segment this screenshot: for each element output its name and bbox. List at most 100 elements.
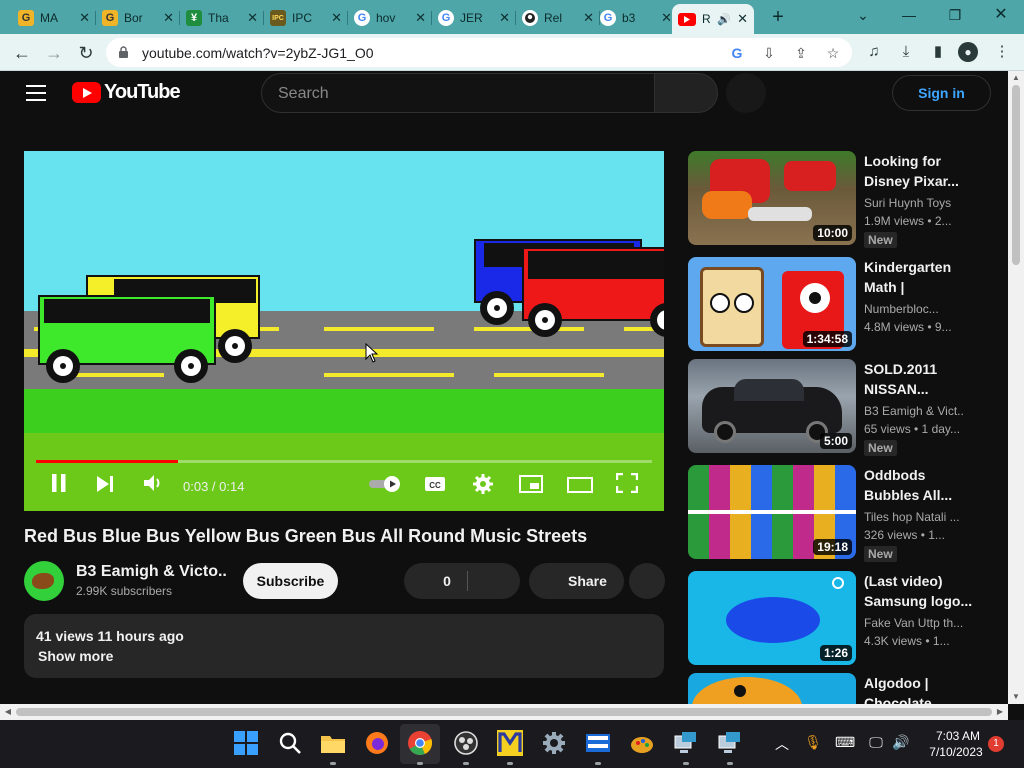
autoplay-toggle-icon[interactable] (368, 473, 402, 501)
close-icon[interactable]: ✕ (415, 10, 426, 26)
tab-ipc[interactable]: IPC IPC ✕ (264, 4, 348, 32)
tab-bor[interactable]: G Bor ✕ (96, 4, 180, 32)
recommended-video[interactable]: 19:18 Oddbods Bubbles All... Tiles hop N… (688, 465, 978, 562)
url-text[interactable]: youtube.com/watch?v=2ybZ-JG1_O0 (142, 45, 374, 61)
close-icon[interactable]: ✕ (79, 10, 90, 26)
firefox-icon[interactable] (364, 730, 390, 756)
search-button[interactable] (654, 73, 718, 113)
more-actions-button[interactable] (629, 563, 665, 599)
recommended-title[interactable]: (Last video) Samsung logo... (864, 571, 976, 611)
search-input[interactable]: Search (261, 73, 655, 113)
remote-desktop-icon[interactable] (673, 730, 699, 765)
recommended-video[interactable]: Algodoo | Chocolate (688, 673, 978, 704)
sign-in-button[interactable]: Sign in (892, 75, 991, 111)
close-icon[interactable]: ✕ (331, 10, 342, 26)
guide-menu-icon[interactable] (26, 85, 46, 101)
video-thumbnail[interactable]: 10:00 (688, 151, 856, 245)
volume-icon[interactable]: 🔊 (891, 734, 911, 751)
tab-hov[interactable]: G hov ✕ (348, 4, 432, 32)
recommended-title[interactable]: Algodoo | Chocolate (864, 673, 976, 704)
network-icon[interactable]: 🖵 (866, 734, 886, 751)
paint-app-icon[interactable] (629, 730, 655, 756)
movie-maker-m-icon[interactable] (497, 730, 523, 765)
scroll-right-arrow-icon[interactable]: ▶ (992, 704, 1008, 720)
voice-search-button[interactable] (726, 73, 766, 113)
horizontal-scrollbar[interactable]: ◀ ▶ (0, 704, 1008, 720)
video-thumbnail[interactable]: 5:00 (688, 359, 856, 453)
vertical-scrollbar[interactable]: ▲ ▼ (1008, 71, 1024, 704)
file-explorer-icon[interactable] (320, 730, 346, 765)
channel-avatar[interactable] (24, 561, 64, 601)
clock-date[interactable]: 7/10/2023 (922, 745, 990, 759)
recommended-channel[interactable]: Suri Huynh Toys (864, 196, 964, 210)
subscribe-button[interactable]: Subscribe (243, 563, 338, 599)
close-icon[interactable]: ✕ (583, 10, 594, 26)
pause-icon[interactable] (46, 473, 72, 501)
recommended-channel[interactable]: Fake Van Uttp th... (864, 616, 964, 630)
show-more-link[interactable]: Show more (38, 648, 113, 664)
scroll-down-arrow-icon[interactable]: ▼ (1008, 690, 1024, 704)
recommended-channel[interactable]: B3 Eamigh & Vict... (864, 404, 964, 418)
tab-search-chevron-icon[interactable]: ⌄ (850, 4, 876, 26)
tray-overflow-chevron-icon[interactable]: ︿ (772, 734, 792, 754)
closed-captions-icon[interactable]: CC (422, 473, 448, 501)
clock-time[interactable]: 7:03 AM (928, 729, 988, 743)
notification-badge[interactable]: 1 (988, 736, 1004, 752)
side-panel-icon[interactable]: ▮ (928, 42, 948, 62)
scroll-left-arrow-icon[interactable]: ◀ (0, 704, 16, 720)
minimize-button[interactable]: — (896, 4, 922, 26)
close-icon[interactable]: ✕ (737, 11, 748, 27)
tab-ma[interactable]: G MA ✕ (12, 4, 96, 32)
next-video-icon[interactable] (92, 473, 118, 501)
settings-gear-icon[interactable] (541, 730, 567, 756)
recommended-video[interactable]: 10:00 Looking for Disney Pixar... Suri H… (688, 151, 978, 248)
keyboard-icon[interactable]: ⌨ (835, 734, 855, 751)
obs-studio-icon[interactable] (453, 730, 479, 765)
recommended-channel[interactable]: Tiles hop Natali ... (864, 510, 964, 524)
close-icon[interactable]: ✕ (499, 10, 510, 26)
settings-gear-icon[interactable] (470, 473, 496, 501)
video-thumbnail[interactable]: 19:18 (688, 465, 856, 559)
volume-icon[interactable] (140, 473, 166, 501)
recommended-video[interactable]: 1:34:58 Kindergarten Math | Numberbloc..… (688, 257, 978, 353)
profile-avatar-icon[interactable]: ● (958, 42, 978, 62)
video-thumbnail[interactable]: 1:26 (688, 571, 856, 665)
like-button[interactable]: 0 (404, 563, 490, 599)
install-app-icon[interactable]: ⇩ (760, 44, 778, 62)
tab-rel[interactable]: Rel ✕ (516, 4, 600, 32)
address-bar[interactable]: youtube.com/watch?v=2ybZ-JG1_O0 G ⇩ ⇪ ☆ (106, 38, 852, 67)
tab-jer[interactable]: G JER ✕ (432, 4, 516, 32)
theater-mode-icon[interactable] (566, 473, 594, 501)
share-button[interactable]: Share (529, 563, 624, 599)
search-icon[interactable] (277, 730, 303, 756)
recommended-channel[interactable]: Numberbloc... (864, 302, 964, 316)
back-button[interactable]: ← (10, 41, 34, 65)
downloads-icon[interactable]: ⤓ (896, 42, 916, 62)
restore-button[interactable]: ❐ (942, 4, 968, 26)
recommended-title[interactable]: Oddbods Bubbles All... (864, 465, 976, 505)
tab-youtube-active[interactable]: R 🔊 ✕ (672, 4, 754, 34)
progress-bar[interactable] (36, 460, 652, 463)
recommended-title[interactable]: Looking for Disney Pixar... (864, 151, 976, 191)
channel-name[interactable]: B3 Eamigh & Victo... (76, 563, 226, 581)
scrollbar-thumb[interactable] (16, 708, 992, 716)
remote-desktop-icon[interactable] (717, 730, 743, 765)
recommended-title[interactable]: SOLD.2011 NISSAN... (864, 359, 976, 399)
forward-button[interactable]: → (42, 41, 66, 65)
tab-tha[interactable]: ¥ Tha ✕ (180, 4, 264, 32)
share-page-icon[interactable]: ⇪ (792, 44, 810, 62)
video-thumbnail[interactable]: 1:34:58 (688, 257, 856, 351)
recommended-video[interactable]: 5:00 SOLD.2011 NISSAN... B3 Eamigh & Vic… (688, 359, 978, 456)
video-editor-icon[interactable] (585, 730, 611, 765)
video-player[interactable]: 0:03 / 0:14 CC (24, 151, 664, 511)
google-lens-icon[interactable]: G (728, 44, 746, 62)
scroll-up-arrow-icon[interactable]: ▲ (1008, 71, 1024, 85)
chrome-menu-icon[interactable]: ⋮ (992, 42, 1012, 62)
reload-button[interactable]: ↻ (74, 41, 98, 65)
youtube-logo[interactable]: YouTube (72, 81, 181, 104)
close-icon[interactable]: ✕ (163, 10, 174, 26)
chrome-icon[interactable] (407, 730, 433, 765)
recommended-title[interactable]: Kindergarten Math | (864, 257, 976, 297)
description-box[interactable]: 41 views 11 hours ago Show more (24, 614, 664, 678)
microphone-icon[interactable]: 🎙 (803, 734, 823, 751)
